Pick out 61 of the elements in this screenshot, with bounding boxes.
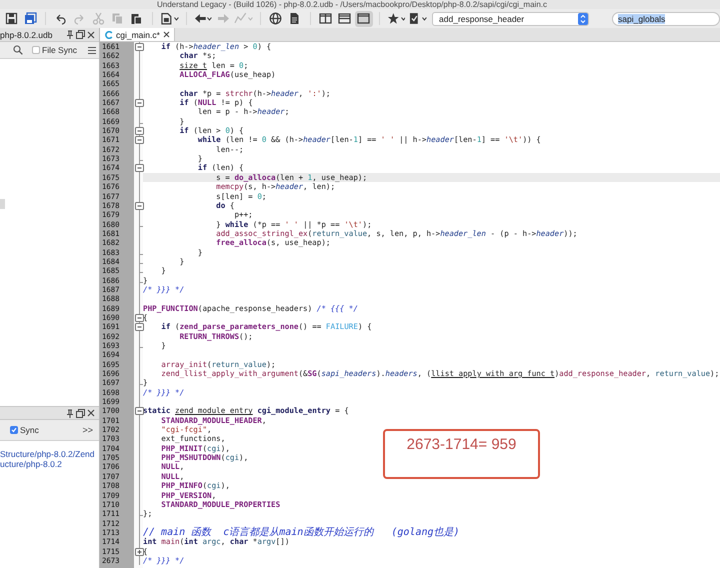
pin-icon[interactable] — [66, 408, 74, 418]
caret-icon — [248, 16, 253, 20]
scissors-icon — [92, 12, 106, 25]
window-title: Understand Legacy - (Build 1026) - php-8.0.2.udb - /Users/macbookpro/Desktop/php-8.0.2/sapi/cgi/cgi_main.c — [157, 0, 547, 9]
line-graph-icon — [234, 12, 247, 25]
c-file-icon — [105, 30, 113, 38]
caret-icon — [400, 16, 406, 20]
back-arrow-icon — [194, 12, 206, 25]
restore-icon[interactable] — [76, 30, 85, 39]
stepper-icon — [578, 12, 588, 24]
split-rows-icon — [338, 12, 352, 25]
selection-highlight — [0, 199, 5, 209]
tab-label: php-8.0.2.udb — [0, 30, 54, 40]
menu-icon[interactable] — [88, 46, 96, 54]
star-button[interactable] — [386, 10, 406, 26]
caret-icon — [207, 16, 212, 20]
globe-icon — [269, 12, 282, 25]
file-icon — [288, 12, 302, 25]
fold-collapse-icon[interactable] — [135, 127, 144, 136]
close-icon[interactable] — [162, 31, 170, 38]
path-link[interactable]: Structure/php-8.0.2/Zend — [0, 449, 99, 459]
fold-expand-icon[interactable] — [135, 548, 144, 556]
checkbox[interactable]: Sync — [10, 425, 39, 435]
fold-collapse-icon[interactable] — [135, 99, 144, 108]
undo-icon — [54, 12, 68, 25]
copy-icon — [111, 12, 124, 25]
close-icon[interactable] — [87, 30, 95, 38]
symbol-dropdown[interactable]: add_response_header — [432, 12, 590, 26]
search-icon[interactable] — [13, 45, 23, 55]
single-pane-icon — [357, 12, 370, 25]
fold-collapse-icon[interactable] — [135, 136, 144, 144]
restore-icon[interactable] — [76, 408, 85, 418]
fold-collapse-icon[interactable] — [135, 407, 144, 416]
path-link[interactable]: ucture/php-8.0.2 — [0, 459, 99, 469]
fold-collapse-icon[interactable] — [135, 323, 144, 332]
document-icon — [160, 12, 173, 25]
panel-tab[interactable]: php-8.0.2.udb — [0, 28, 99, 42]
pin-icon[interactable] — [66, 30, 74, 39]
overflow-button[interactable]: >> — [82, 425, 93, 435]
split-columns-icon — [319, 12, 332, 25]
fold-collapse-icon[interactable] — [135, 164, 144, 172]
fold-collapse-icon[interactable] — [135, 202, 144, 210]
tab-label: cgi_main.c* — [116, 30, 160, 40]
redo-icon — [73, 12, 86, 25]
code-line: // main 函数 c语言都是从main函数开始运行的 (golang也是) — [143, 528, 460, 538]
caret-icon — [174, 16, 179, 20]
clipboard-icon — [130, 12, 144, 25]
file-tab[interactable]: cgi_main.c* — [100, 28, 175, 41]
checked-document-button[interactable] — [407, 10, 428, 26]
search-field[interactable]: sapi_globals — [612, 12, 720, 26]
forward-arrow-icon — [216, 12, 230, 25]
checkmark-icon — [11, 427, 17, 433]
single-pane-button[interactable] — [354, 10, 373, 26]
caret-icon — [422, 16, 428, 20]
close-icon[interactable] — [87, 409, 95, 417]
fold-collapse-icon[interactable] — [135, 314, 144, 322]
annotation-box: 2673-1714= 959 — [383, 429, 540, 479]
document-button[interactable] — [158, 10, 180, 26]
floppy-disks-icon — [24, 12, 36, 25]
star-icon — [386, 12, 400, 25]
fold-collapse-icon[interactable] — [135, 43, 144, 51]
